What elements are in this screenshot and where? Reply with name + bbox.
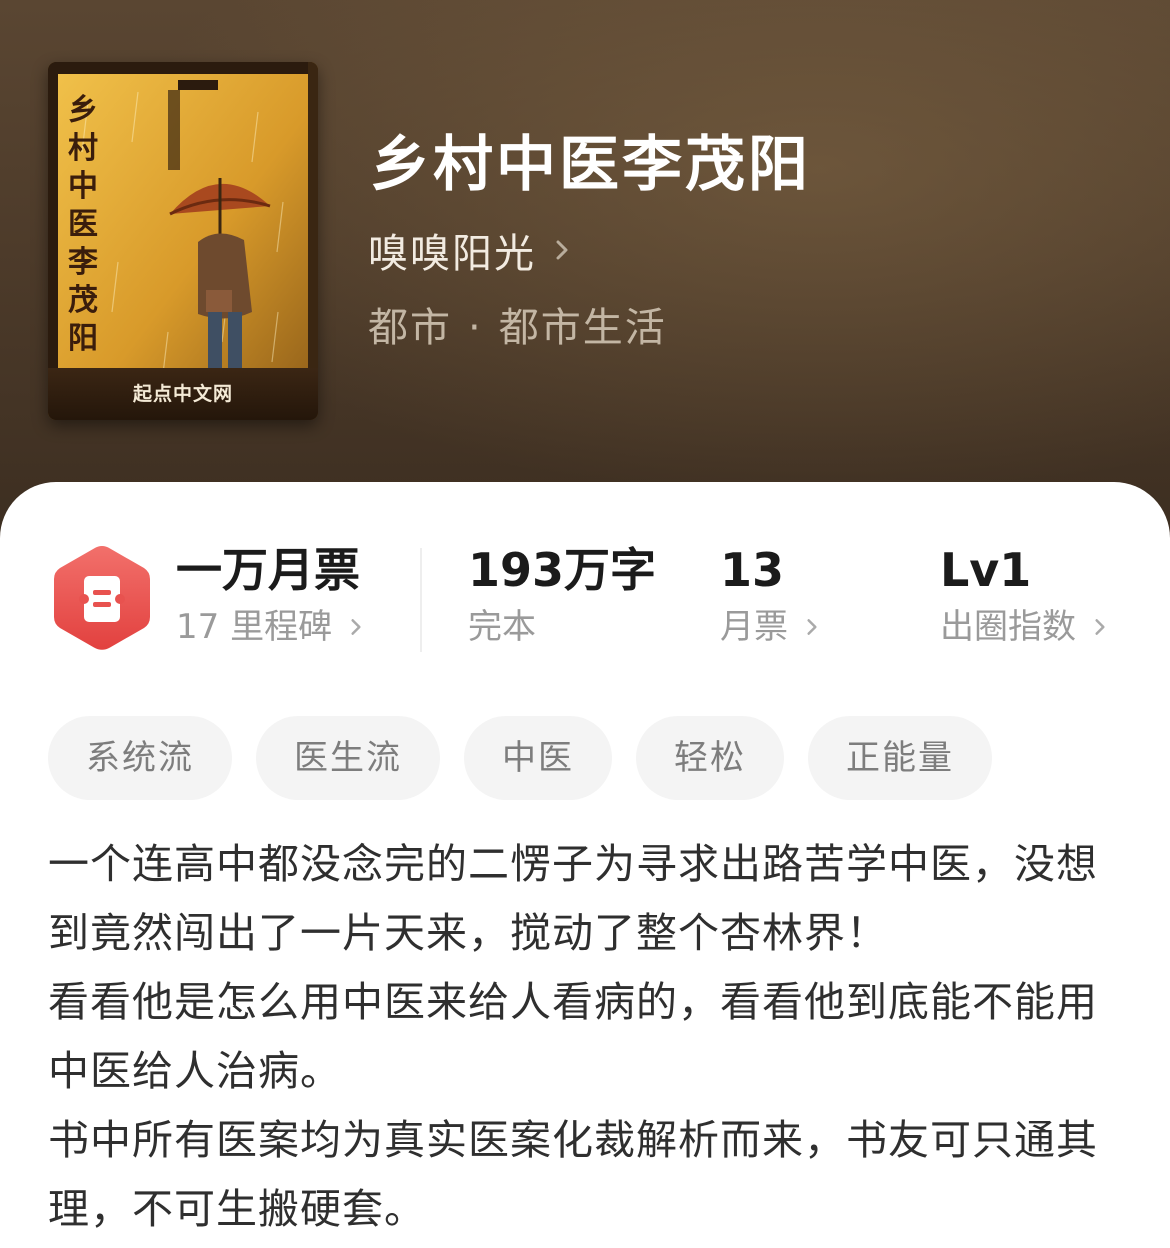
subgenre: 都市生活 (498, 305, 667, 351)
words-label: 完本 (468, 607, 536, 647)
monthly-votes-label-row: 月票 (720, 604, 822, 650)
tag-chip[interactable]: 系统流 (48, 716, 232, 800)
description-paragraph: 看看他是怎么用中医来给人看病的，看看他到底能不能用中医给人治病。 (48, 978, 1098, 1095)
description-paragraph: 一个连高中都没念完的二愣子为寻求出路苦学中医，没想到竟然闯出了一片天来，搅动了整… (48, 840, 1098, 957)
milestone-label-row: 17 里程碑 (176, 604, 366, 650)
tag-chip[interactable]: 轻松 (636, 716, 784, 800)
book-description[interactable]: 一个连高中都没念完的二愣子为寻求出路苦学中医，没想到竟然闯出了一片天来，搅动了整… (48, 830, 1122, 1244)
tag-list: 系统流 医生流 中医 轻松 正能量 (48, 716, 992, 800)
author-link[interactable]: 嗅嗅阳光 (368, 222, 574, 278)
chevron-right-icon (807, 619, 817, 635)
milestone-label: 17 里程碑 (176, 607, 333, 647)
chevron-right-icon (1095, 619, 1105, 635)
milestone-value: 一万月票 (176, 543, 360, 597)
book-cover[interactable]: 乡 村 中 医 李 茂 阳 起点中文网 (48, 62, 318, 420)
author-name: 嗅嗅阳光 (368, 231, 536, 277)
genre-row: 都市 · 都市生活 (368, 300, 667, 356)
genre-separator: · (468, 305, 483, 351)
stat-monthly-votes[interactable]: 13 月票 (720, 542, 822, 650)
influence-label: 出圈指数 (940, 607, 1076, 647)
stat-milestone[interactable]: 一万月票 17 里程碑 (176, 542, 366, 650)
cover-art: 乡 村 中 医 李 茂 阳 (48, 62, 318, 420)
book-header: 乡 村 中 医 李 茂 阳 起点中文网 乡村中医李茂阳 嗅嗅阳光 都市 · 都市生活 (0, 0, 1170, 560)
stat-influence[interactable]: Lv1 出圈指数 (940, 542, 1110, 650)
ticket-icon[interactable] (52, 544, 152, 652)
stats-divider (420, 548, 422, 652)
tag-chip[interactable]: 中医 (464, 716, 612, 800)
chevron-right-icon (556, 240, 568, 260)
influence-label-row: 出圈指数 (940, 604, 1110, 650)
stats-bar: 一万月票 17 里程碑 193万字 完本 13 月票 Lv1 出圈指数 (0, 482, 1170, 682)
tag-chip[interactable]: 正能量 (808, 716, 992, 800)
influence-value: Lv1 (940, 543, 1032, 597)
book-detail-page: 乡 村 中 医 李 茂 阳 起点中文网 乡村中医李茂阳 嗅嗅阳光 都市 · 都市生活 (0, 0, 1170, 1248)
words-value: 193万字 (468, 543, 657, 597)
book-info-card: 一万月票 17 里程碑 193万字 完本 13 月票 Lv1 出圈指数 系统流 … (0, 482, 1170, 1248)
stat-words: 193万字 完本 (468, 542, 656, 650)
genre: 都市 (368, 305, 452, 351)
monthly-votes-value: 13 (720, 543, 785, 597)
chevron-right-icon (351, 619, 361, 635)
monthly-votes-label: 月票 (720, 607, 788, 647)
words-label-row: 完本 (468, 604, 656, 650)
book-title: 乡村中医李茂阳 (370, 130, 811, 200)
description-paragraph: 书中所有医案均为真实医案化裁解析而来，书友可只通其理，不可生搬硬套。 (48, 1116, 1098, 1233)
cover-title: 乡 村 中 医 李 茂 阳 (68, 93, 108, 356)
cover-brand: 起点中文网 (132, 383, 233, 405)
tag-chip[interactable]: 医生流 (256, 716, 440, 800)
